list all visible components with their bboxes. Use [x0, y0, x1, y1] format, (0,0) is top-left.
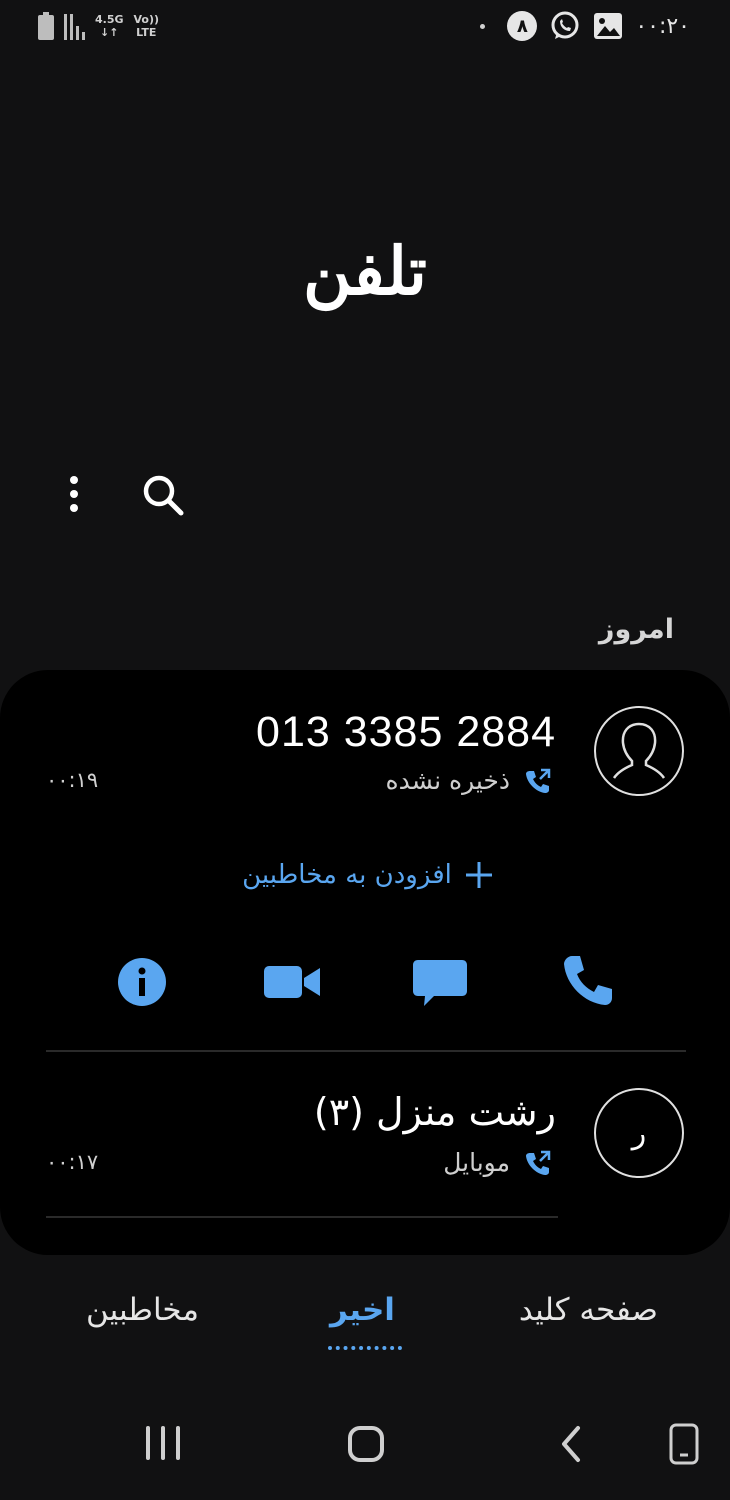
dot-icon [480, 23, 486, 29]
tab-keypad[interactable]: صفحه کلید [519, 1292, 658, 1328]
call-subtitle: موبایل [443, 1148, 552, 1177]
voice-call-icon[interactable] [556, 950, 620, 1014]
call-time: ۰۰:۱۷ [46, 1150, 99, 1174]
network-type: 4.5G ↓↑ [95, 13, 124, 39]
add-to-contacts-button[interactable]: افزودن به مخاطبین [236, 860, 494, 890]
phone-app-screen: 4.5G ↓↑ Vo)) LTE ۸ ۰۰:۲۰ تلفن امروز 013 … [0, 0, 730, 1500]
status-bar-left: 4.5G ↓↑ Vo)) LTE [38, 12, 159, 40]
recent-calls-card: 013 3385 2884 ذخیره نشده ۰۰:۱۹ افزودن به… [0, 670, 730, 1255]
call-time: ۰۰:۱۹ [46, 768, 99, 792]
lte-label: LTE [136, 26, 157, 39]
message-icon[interactable] [408, 950, 472, 1014]
call-subtitle: ذخیره نشده [386, 766, 552, 795]
back-icon[interactable] [556, 1422, 586, 1466]
call-name[interactable]: رشت منزل (۳) [314, 1090, 556, 1134]
volte-label: Vo)) [133, 13, 160, 26]
tab-contacts[interactable]: مخاطبین [86, 1292, 199, 1328]
search-icon[interactable] [138, 470, 188, 520]
image-icon [594, 13, 623, 39]
call-label: موبایل [443, 1148, 510, 1177]
volte-indicator: Vo)) LTE [134, 13, 160, 39]
signal-icon [64, 12, 85, 40]
bottom-tabs: صفحه کلید اخیر مخاطبین [0, 1292, 730, 1362]
tab-selected-indicator [328, 1346, 402, 1350]
plus-icon [465, 862, 492, 888]
info-icon[interactable] [110, 950, 174, 1014]
outgoing-call-icon [526, 768, 551, 793]
section-header-today: امروز [598, 614, 674, 645]
status-bar: 4.5G ↓↑ Vo)) LTE ۸ ۰۰:۲۰ [0, 0, 730, 56]
tab-recents[interactable]: اخیر [330, 1292, 395, 1328]
divider [46, 1216, 558, 1218]
home-icon[interactable] [348, 1426, 384, 1462]
status-time: ۰۰:۲۰ [635, 13, 690, 39]
call-number[interactable]: 013 3385 2884 [256, 708, 556, 757]
recent-apps-icon[interactable] [146, 1426, 180, 1460]
add-to-contacts-label: افزودن به مخاطبین [242, 860, 452, 890]
person-silhouette-icon[interactable] [594, 706, 684, 796]
add-to-contacts-row: افزودن به مخاطبین [0, 860, 730, 890]
call-label: ذخیره نشده [385, 766, 510, 795]
system-nav-bar [0, 1400, 730, 1500]
avatar[interactable]: ر [594, 1088, 684, 1178]
video-call-icon[interactable] [260, 950, 324, 1014]
keyboard-toggle-icon[interactable] [668, 1422, 700, 1466]
battery-icon [38, 12, 54, 40]
network-generation-label: 4.5G [95, 13, 124, 26]
status-bar-right: ۸ ۰۰:۲۰ [480, 10, 690, 42]
more-options-icon[interactable] [60, 470, 88, 518]
outgoing-call-icon [526, 1150, 551, 1175]
divider [46, 1050, 686, 1052]
notification-badge: ۸ [507, 11, 538, 41]
page-title: تلفن [303, 232, 427, 310]
whatsapp-icon [551, 11, 579, 39]
data-arrows-icon: ↓↑ [100, 26, 119, 39]
